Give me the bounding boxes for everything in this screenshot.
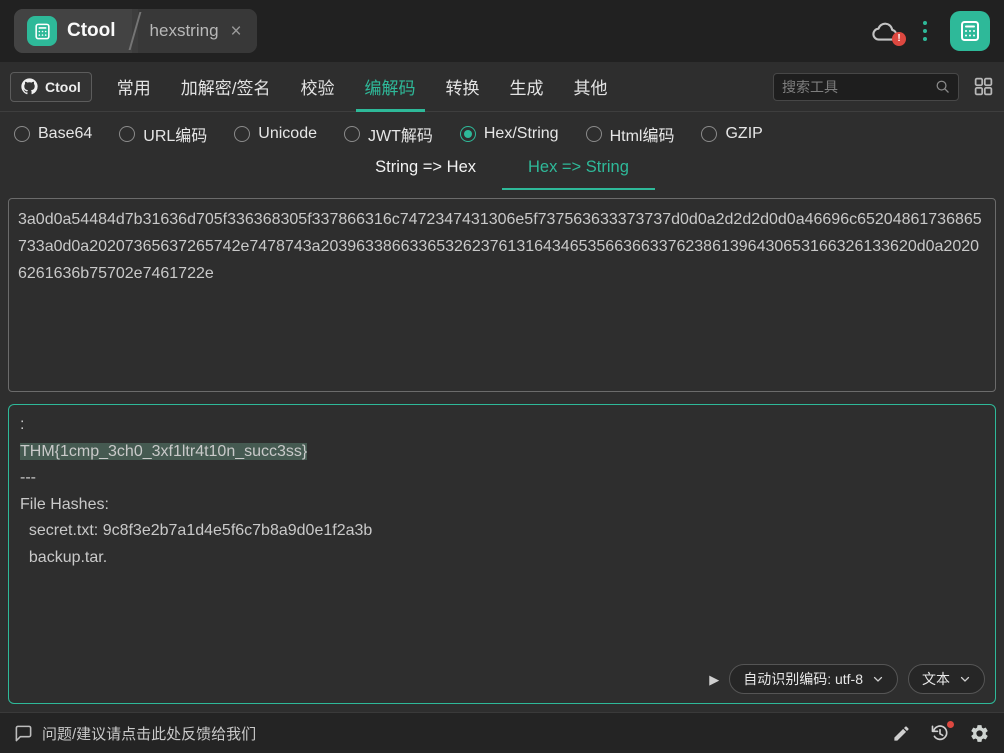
settings-gear-icon[interactable] [969, 723, 990, 744]
nav-item-crypto-sign[interactable]: 加解密/签名 [166, 62, 286, 111]
tool-tab-hexstring[interactable]: hexstring × [137, 9, 257, 53]
feedback-link[interactable]: 问题/建议请点击此处反馈给我们 [42, 723, 256, 744]
radio-gzip[interactable]: GZIP [701, 125, 763, 143]
radio-label: GZIP [725, 125, 763, 142]
selected-text: THM{1cmp_3ch0_3xf1ltr4t10n_succ3ss} [20, 442, 308, 460]
radio-unicode[interactable]: Unicode [234, 125, 317, 143]
radio-circle-icon [585, 126, 602, 142]
output-line: backup.tar. [20, 548, 108, 566]
cloud-sync-button[interactable]: ! [871, 20, 906, 46]
radio-jwt-decode[interactable]: JWT解码 [343, 122, 433, 146]
github-icon [21, 78, 38, 95]
statusbar-actions [892, 721, 990, 744]
tool-workspace: 3a0d0a54484d7b31636d705f336368305f337866… [0, 190, 1004, 712]
format-select[interactable]: 文本 [908, 664, 985, 694]
nav-menu: 常用 加解密/签名 校验 编解码 转换 生成 其他 [102, 62, 623, 112]
nav-item-generate[interactable]: 生成 [495, 62, 559, 111]
search-input[interactable] [782, 78, 935, 95]
all-tools-grid-button[interactable] [973, 76, 994, 97]
codec-option-row: Base64 URL编码 Unicode JWT解码 Hex/String Ht… [0, 112, 1004, 150]
format-select-value: 文本 [922, 670, 950, 687]
output-line: File Hashes: [20, 495, 109, 513]
title-bar: Ctool hexstring × ! [0, 0, 1004, 62]
radio-circle-icon [14, 126, 30, 142]
radio-circle-icon [119, 126, 136, 142]
radio-html-encode[interactable]: Html编码 [585, 122, 675, 146]
history-alert-dot [947, 721, 954, 728]
radio-hex-string[interactable]: Hex/String [459, 125, 559, 143]
more-menu-button[interactable] [921, 17, 929, 45]
nav-item-other[interactable]: 其他 [559, 62, 623, 111]
radio-circle-icon [343, 126, 360, 142]
app-tab-ctool[interactable]: Ctool [14, 9, 132, 53]
search-icon [935, 79, 950, 94]
output-line: --- [20, 469, 36, 486]
tool-tab-label: hexstring [149, 21, 219, 40]
ctool-app-icon-button[interactable] [950, 11, 990, 51]
chevron-down-icon [872, 673, 884, 685]
radio-circle-icon [459, 126, 476, 142]
close-tab-icon[interactable]: × [231, 22, 242, 41]
titlebar-actions: ! [871, 11, 990, 51]
hex-input-textarea[interactable]: 3a0d0a54484d7b31636d705f336368305f337866… [8, 198, 996, 392]
edit-pen-icon[interactable] [892, 724, 911, 743]
radio-label: URL编码 [143, 128, 208, 145]
output-controls: ▶ 自动识别编码: utf-8 文本 [709, 664, 985, 694]
tab-hex-to-string[interactable]: Hex => String [502, 150, 655, 190]
window-tab-group: Ctool hexstring × [14, 9, 257, 53]
radio-label: Html编码 [609, 128, 675, 145]
radio-circle-icon [234, 126, 251, 142]
radio-label: Hex/String [483, 125, 559, 142]
expand-options-icon[interactable]: ▶ [709, 673, 719, 686]
app-tab-label: Ctool [67, 20, 116, 41]
nav-item-checksum[interactable]: 校验 [286, 62, 350, 111]
radio-label: JWT解码 [367, 128, 433, 145]
nav-item-convert[interactable]: 转换 [431, 62, 495, 111]
conversion-mode-tabs: String => Hex Hex => String [0, 150, 1004, 190]
radio-base64[interactable]: Base64 [14, 125, 92, 143]
main-nav-bar: Ctool 常用 加解密/签名 校验 编解码 转换 生成 其他 [0, 62, 1004, 112]
decoded-output-textarea[interactable]: : THM{1cmp_3ch0_3xf1ltr4t10n_succ3ss} --… [8, 404, 996, 704]
radio-label: Base64 [38, 125, 93, 142]
cloud-alert-badge: ! [892, 31, 906, 46]
output-line: THM{1cmp_3ch0_3xf1ltr4t10n_succ3ss} [20, 439, 984, 466]
tab-string-to-hex[interactable]: String => Hex [349, 150, 502, 190]
grid-icon [973, 76, 994, 97]
github-button[interactable]: Ctool [10, 71, 92, 102]
github-button-label: Ctool [45, 78, 81, 95]
nav-item-encode-decode[interactable]: 编解码 [350, 62, 431, 112]
ctool-logo-icon [27, 16, 57, 46]
tool-search-box[interactable] [773, 72, 959, 101]
encoding-select-value: 自动识别编码: utf-8 [743, 670, 863, 687]
nav-item-common[interactable]: 常用 [102, 62, 166, 111]
output-line: secret.txt: 9c8f3e2b7a1d4e5f6c7b8a9d0e1f… [20, 522, 373, 539]
history-button[interactable] [930, 721, 954, 743]
feedback-chat-icon [14, 724, 33, 743]
radio-label: Unicode [258, 125, 317, 142]
calculator-icon [958, 19, 982, 43]
radio-circle-icon [701, 126, 718, 142]
encoding-select[interactable]: 自动识别编码: utf-8 [729, 664, 898, 694]
radio-url-encode[interactable]: URL编码 [119, 122, 207, 146]
chevron-down-icon [959, 673, 971, 685]
output-line: : [20, 416, 25, 433]
status-bar: 问题/建议请点击此处反馈给我们 [0, 712, 1004, 753]
